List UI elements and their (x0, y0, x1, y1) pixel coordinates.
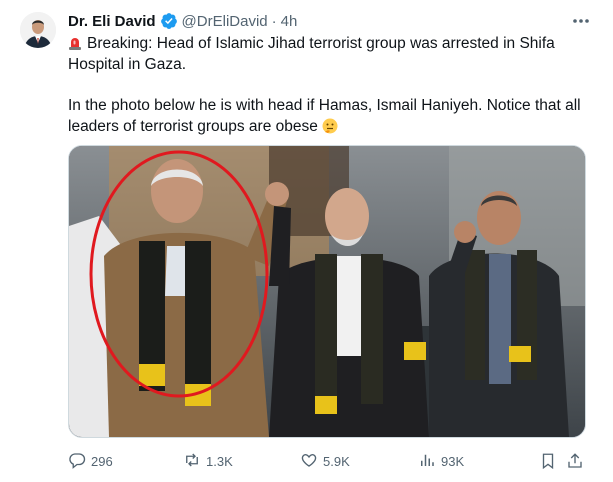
more-icon[interactable] (571, 12, 591, 30)
reply-count: 296 (91, 453, 113, 469)
tweet-card[interactable]: Dr. Eli David @DrEliDavid · 4h Breaking:… (0, 0, 613, 482)
tweet-text: Breaking: Head of Islamic Jihad terroris… (68, 33, 588, 137)
tweet-paragraph-2: In the photo below he is with head if Ha… (68, 95, 588, 137)
views-icon (418, 451, 436, 472)
author-name[interactable]: Dr. Eli David (68, 13, 156, 30)
timestamp[interactable]: 4h (281, 13, 298, 30)
avatar[interactable] (20, 12, 56, 48)
tweet-photo[interactable] (68, 145, 586, 438)
author-handle[interactable]: @DrEliDavid (182, 13, 268, 30)
tweet-paragraph-1: Breaking: Head of Islamic Jihad terroris… (68, 33, 588, 75)
verified-badge-icon (160, 12, 178, 30)
tweet-line-1: Breaking: Head of Islamic Jihad terroris… (68, 35, 555, 73)
thinking-face-emoji (322, 118, 338, 134)
police-light-emoji (68, 35, 82, 50)
like-button[interactable]: 5.9K (300, 450, 350, 472)
share-icon[interactable] (566, 450, 584, 472)
views-count: 93K (441, 453, 465, 469)
tweet-actions: 296 1.3K 5.9K 93K (68, 450, 588, 472)
reply-icon (68, 451, 86, 472)
like-icon (300, 451, 318, 472)
retweet-icon (183, 451, 201, 472)
tweet-header: Dr. Eli David @DrEliDavid · 4h (68, 11, 583, 31)
avatar-portrait (20, 12, 56, 48)
retweet-count: 1.3K (206, 453, 233, 469)
reply-button[interactable]: 296 (68, 450, 113, 472)
like-count: 5.9K (323, 453, 350, 469)
photo-illustration (69, 146, 585, 437)
bookmark-icon[interactable] (539, 450, 557, 472)
retweet-button[interactable]: 1.3K (183, 450, 233, 472)
separator-dot: · (271, 12, 277, 30)
views-button[interactable]: 93K (418, 450, 464, 472)
